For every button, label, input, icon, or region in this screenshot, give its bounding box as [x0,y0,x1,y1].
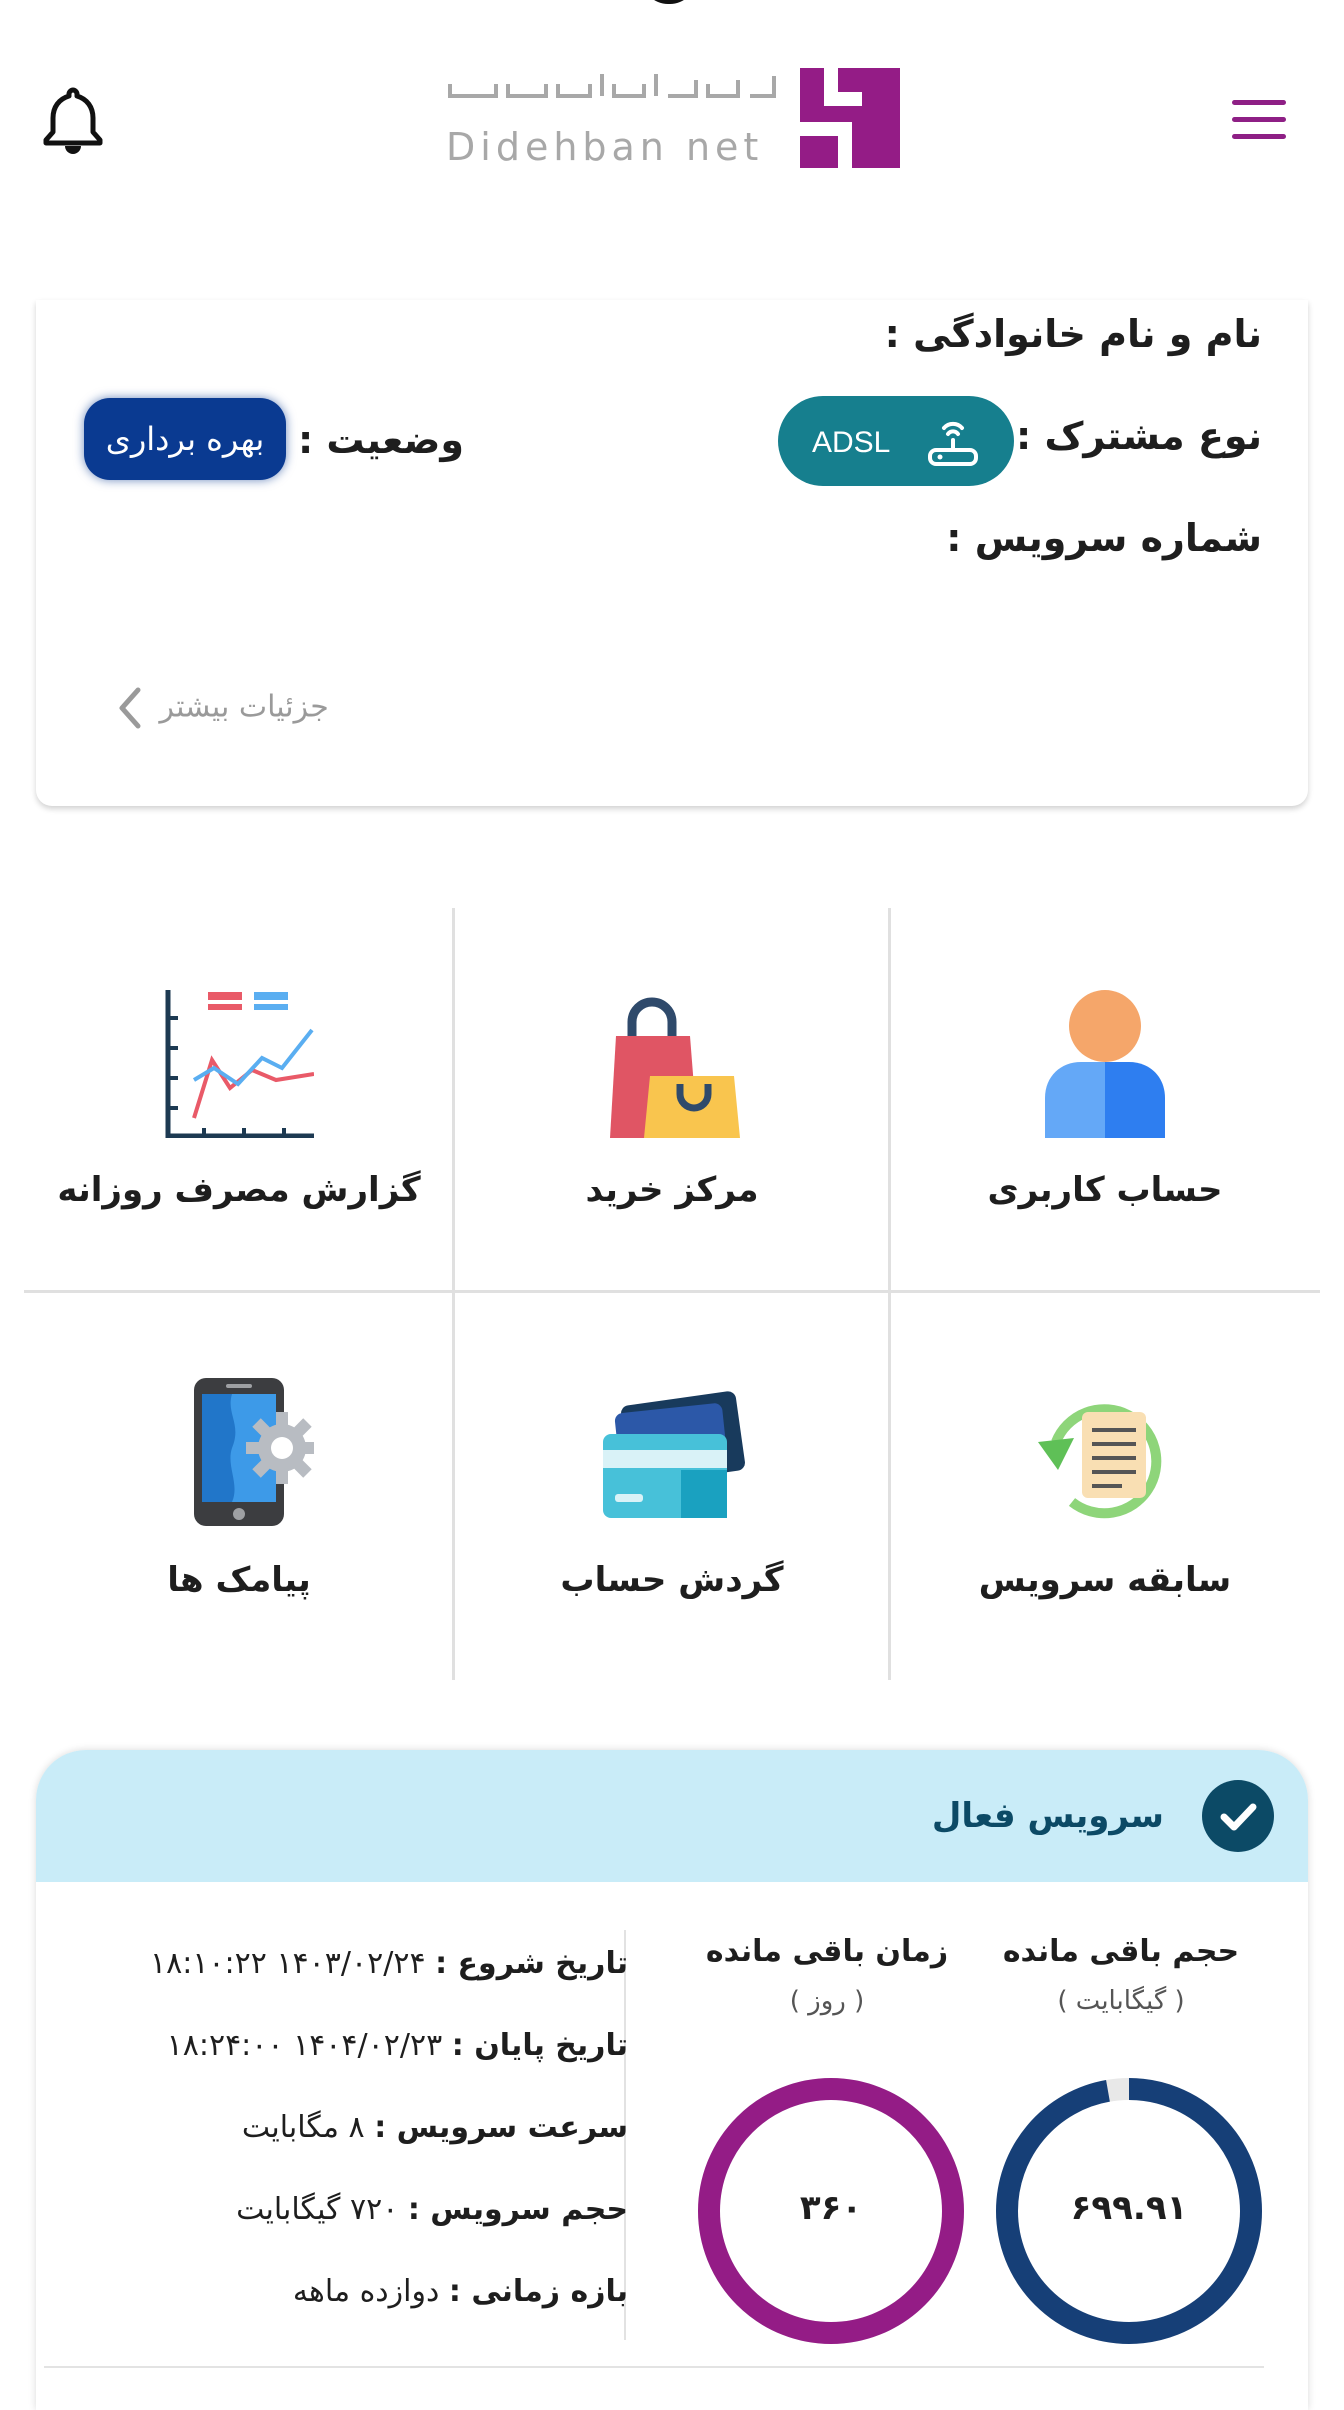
start-date-value: ۱۴۰۳/۰۲/۲۴ ۱۸:۱۰:۲۲ [149,1946,426,1981]
shopping-center-label: مرکز خرید [585,1170,759,1210]
sms-label: پیامک ها [167,1560,311,1600]
menu-icon[interactable] [1232,100,1286,140]
period-value: دوازده ماهه [292,2274,440,2309]
service-history-tile[interactable]: سابقه سرویس [890,1298,1320,1678]
name-label: نام و نام خانوادگی : [884,312,1262,356]
user-account-tile[interactable]: حساب کاربری [890,908,1320,1288]
subscriber-type-badge[interactable]: ADSL [778,396,1014,486]
chevron-left-icon [119,687,141,729]
shopping-bag-icon [610,997,740,1138]
remaining-time-value: ۳۶۰ [799,2188,863,2228]
end-date-value: ۱۴۰۴/۰۲/۲۳ ۱۸:۲۴:۰۰ [166,2028,443,2063]
start-date-row: تاریخ شروع : ۱۴۰۳/۰۲/۲۴ ۱۸:۱۰:۲۲ [150,1946,628,1981]
status-label: وضعیت : [298,418,464,462]
brand-logo: Didehban net [446,68,900,169]
remaining-volume-unit: ( گیگابایت ) [1057,1986,1185,2016]
daily-usage-report-label: گزارش مصرف روزانه [57,1170,421,1210]
daily-usage-report-tile[interactable]: گزارش مصرف روزانه [24,908,454,1288]
logo-text: Didehban net [446,125,763,169]
shopping-center-tile[interactable]: مرکز خرید [457,908,887,1288]
start-date-label: تاریخ شروع : [435,1946,628,1981]
volume-value: ۷۲۰ گیگابایت [236,2192,399,2227]
remaining-time-unit: ( روز ) [789,1986,865,2016]
active-service-title: سرویس فعال [931,1796,1164,1836]
history-icon [1038,1404,1162,1519]
check-icon [1202,1780,1274,1852]
cards-icon [603,1391,745,1518]
services-grid: حساب کاربری مرکز خرید گزارش مصرف روزانه [24,908,1320,1680]
period-row: بازه زمانی : دوازده ماهه [293,2274,628,2309]
active-service-header: سرویس فعال [36,1750,1308,1882]
line-chart-icon [165,990,314,1138]
more-details-link[interactable]: جزئیات بیشتر [116,686,329,730]
status-badge: بهره برداری [84,398,286,480]
end-date-row: تاریخ پایان : ۱۴۰۴/۰۲/۲۳ ۱۸:۲۴:۰۰ [167,2028,628,2063]
speed-row: سرعت سرویس : ۸ مگابایت [242,2110,628,2145]
volume-label: حجم سرویس : [407,2192,628,2227]
router-icon [928,421,978,466]
remaining-volume-gauge: ۶۹۹.۹۱ [994,2076,1264,2346]
phone-settings-icon [194,1378,314,1526]
end-date-label: تاریخ پایان : [451,2028,628,2063]
period-label: بازه زمانی : [448,2274,628,2309]
remaining-time-title: زمان باقی مانده [705,1934,949,1969]
subscriber-type-label: نوع مشترک : [1016,414,1262,458]
status-bar-indicator [642,0,696,4]
volume-row: حجم سرویس : ۷۲۰ گیگابایت [236,2192,628,2227]
remaining-volume-title: حجم باقی مانده [1002,1934,1240,1969]
bell-icon[interactable] [42,86,104,154]
speed-value: ۸ مگابایت [241,2110,365,2145]
account-transactions-label: گردش حساب [560,1560,784,1600]
sms-tile[interactable]: پیامک ها [24,1298,454,1678]
service-history-label: سابقه سرویس [978,1560,1232,1600]
user-icon [1045,990,1165,1138]
bottom-divider [44,2366,1264,2368]
subscriber-card: نام و نام خانوادگی : نوع مشترک : ADSL وض… [36,300,1308,806]
user-account-label: حساب کاربری [987,1170,1223,1210]
account-transactions-tile[interactable]: گردش حساب [457,1298,887,1678]
speed-label: سرعت سرویس : [374,2110,628,2145]
subscriber-type-value: ADSL [812,426,891,459]
active-service-card: سرویس فعال حجم باقی مانده ( گیگابایت ) ۶… [36,1750,1308,2410]
remaining-volume-value: ۶۹۹.۹۱ [1070,2188,1188,2228]
more-details-label: جزئیات بیشتر [159,689,329,725]
service-number-label: شماره سرویس : [946,516,1262,560]
remaining-time-gauge: ۳۶۰ [696,2076,966,2346]
